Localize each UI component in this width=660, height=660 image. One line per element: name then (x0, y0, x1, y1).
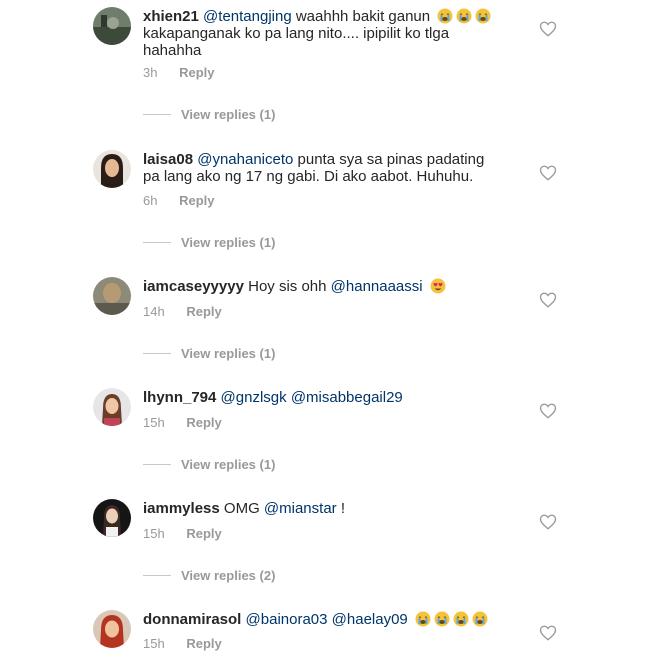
view-replies-button[interactable]: View replies (2) (143, 568, 275, 583)
comment-meta: 6h Reply (143, 193, 215, 208)
crying-face-icon (415, 611, 431, 627)
comment-body: xhien21 @tentangjing waahhh bakit ganun … (143, 8, 513, 59)
like-heart-icon[interactable] (539, 624, 557, 642)
crying-face-icon (434, 611, 450, 627)
crying-face-icon (456, 8, 472, 24)
heart-eyes-icon (430, 278, 446, 294)
comment-text: kakapanganak ko pa lang nito.... ipipili… (143, 25, 450, 42)
avatar[interactable] (93, 499, 131, 537)
comment-meta: 15h Reply (143, 636, 222, 651)
divider (143, 242, 171, 243)
view-replies-button[interactable]: View replies (1) (143, 346, 275, 361)
reply-button[interactable]: Reply (186, 526, 221, 541)
comment-username[interactable]: donnamirasol (143, 611, 241, 628)
view-replies-label: View replies (1) (181, 457, 276, 472)
reply-button[interactable]: Reply (179, 193, 214, 208)
like-heart-icon[interactable] (539, 291, 557, 309)
comment-body: iamcaseyyyyy Hoy sis ohh @hannaaassi (143, 278, 513, 295)
avatar[interactable] (93, 610, 131, 648)
comment-mention[interactable]: @mianstar (264, 500, 337, 517)
comment-username[interactable]: lhynn_794 (143, 389, 216, 406)
divider (143, 464, 171, 465)
comment-meta: 3h Reply (143, 65, 215, 80)
comment-username[interactable]: laisa08 (143, 151, 193, 168)
avatar[interactable] (93, 388, 131, 426)
view-replies-label: View replies (1) (181, 346, 276, 361)
avatar[interactable] (93, 150, 131, 188)
comment-mention[interactable]: @hannaaassi (331, 278, 423, 295)
comment-mention[interactable]: @tentangjing (203, 8, 292, 25)
view-replies-button[interactable]: View replies (1) (143, 457, 275, 472)
view-replies-button[interactable]: View replies (1) (143, 235, 275, 250)
comment-body: laisa08 @ynahaniceto punta sya sa pinas … (143, 151, 513, 185)
comment-meta: 15h Reply (143, 415, 222, 430)
comment-mention[interactable]: @misabbegail29 (291, 389, 403, 406)
divider (143, 114, 171, 115)
comment-time: 15h (143, 526, 165, 541)
crying-face-icon (453, 611, 469, 627)
reply-button[interactable]: Reply (186, 304, 221, 319)
comment-meta: 14h Reply (143, 304, 222, 319)
comment-mention[interactable]: @haelay09 (332, 611, 408, 628)
like-heart-icon[interactable] (539, 402, 557, 420)
divider (143, 353, 171, 354)
comment-text: punta sya sa pinas padating (293, 151, 485, 168)
comment-mention[interactable]: @ynahaniceto (197, 151, 293, 168)
comment-time: 14h (143, 304, 165, 319)
comment-time: 6h (143, 193, 158, 208)
comment-text: OMG (219, 500, 264, 517)
comment-time: 3h (143, 65, 158, 80)
comment-time: 15h (143, 415, 165, 430)
crying-face-icon (472, 611, 488, 627)
view-replies-label: View replies (2) (181, 568, 276, 583)
view-replies-label: View replies (1) (181, 235, 276, 250)
comment-body: donnamirasol @bainora03 @haelay09 (143, 611, 513, 628)
like-heart-icon[interactable] (539, 20, 557, 38)
comment-text: ! (336, 500, 345, 517)
crying-face-icon (475, 8, 491, 24)
reply-button[interactable]: Reply (186, 415, 221, 430)
comment-mention[interactable]: @bainora03 (246, 611, 328, 628)
view-replies-label: View replies (1) (181, 107, 276, 122)
comment-mention[interactable]: @gnzlsgk (221, 389, 287, 406)
comment-body: iammyless OMG @mianstar ! (143, 500, 513, 517)
comment-username[interactable]: iammyless (143, 500, 220, 517)
comment-text: waahhh bakit ganun (291, 8, 431, 25)
reply-button[interactable]: Reply (186, 636, 221, 651)
avatar[interactable] (93, 7, 131, 45)
crying-face-icon (437, 8, 453, 24)
comment-username[interactable]: iamcaseyyyyy (143, 278, 244, 295)
divider (143, 575, 171, 576)
comment-body: lhynn_794 @gnzlsgk @misabbegail29 (143, 389, 513, 406)
avatar[interactable] (93, 277, 131, 315)
like-heart-icon[interactable] (539, 513, 557, 531)
like-heart-icon[interactable] (539, 164, 557, 182)
comment-meta: 15h Reply (143, 526, 222, 541)
comment-text: Hoy sis ohh (243, 278, 331, 295)
comment-username[interactable]: xhien21 (143, 8, 199, 25)
comment-time: 15h (143, 636, 165, 651)
comment-text: pa lang ako ng 17 ng gabi. Di ako aabot.… (143, 168, 474, 185)
comment-text: hahahha (143, 42, 202, 59)
view-replies-button[interactable]: View replies (1) (143, 107, 275, 122)
reply-button[interactable]: Reply (179, 65, 214, 80)
